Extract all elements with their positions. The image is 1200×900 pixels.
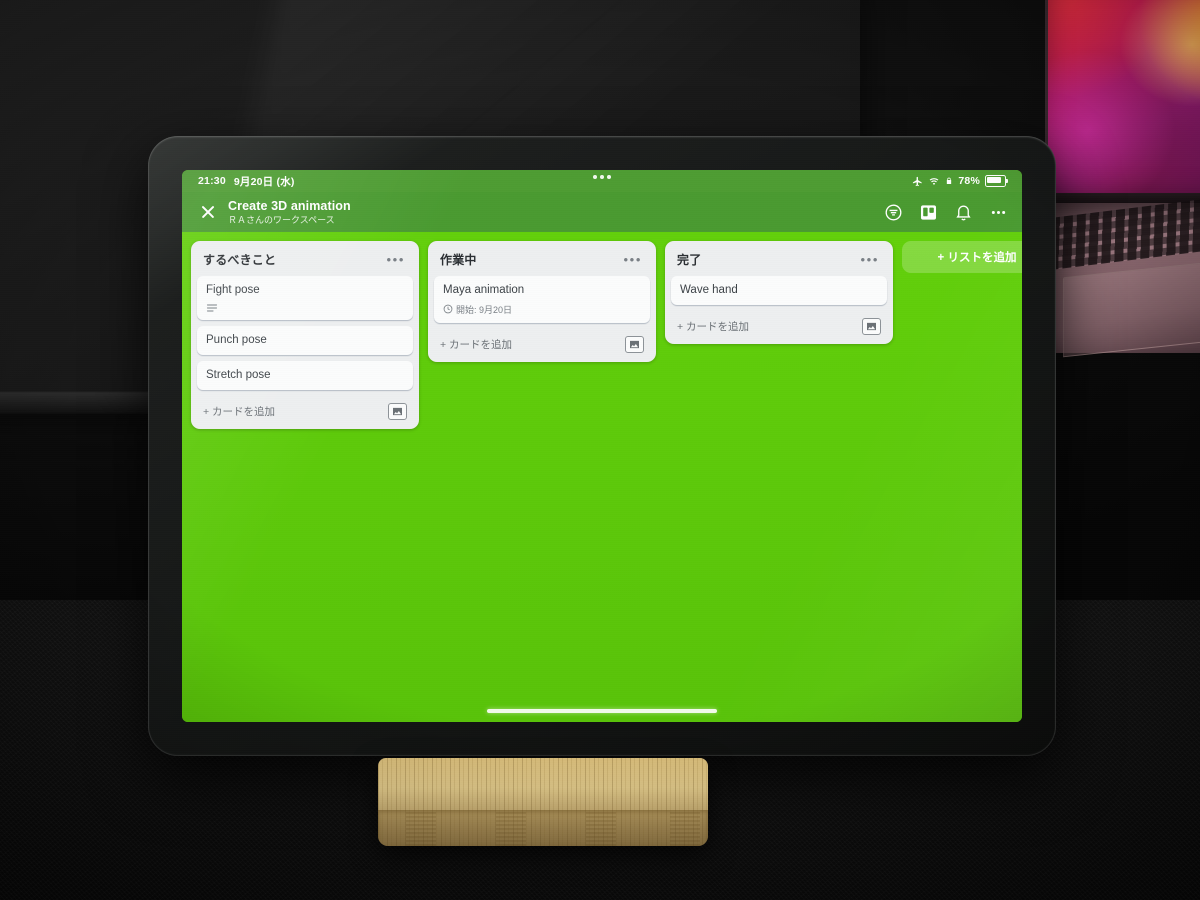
card-badges (206, 303, 404, 313)
add-card-row: + カードを追加 (434, 329, 650, 358)
laptop-screen-wallpaper (1045, 0, 1200, 195)
description-icon (206, 303, 218, 313)
list-column: するべきこと ••• Fight pose Punch pose Stretch… (191, 241, 419, 429)
card[interactable]: Stretch pose (197, 360, 413, 390)
list-column: 完了 ••• Wave hand + カードを追加 (665, 241, 893, 344)
workspace-label: ＲＡさんのワークスペース (228, 214, 335, 225)
page-title: Create 3D animation (228, 199, 351, 214)
board-header: Create 3D animation ＲＡさんのワークスペース (182, 192, 1022, 232)
list-menu-icon[interactable]: ••• (385, 253, 407, 266)
card-title: Stretch pose (206, 368, 271, 381)
status-bar-left: 21:30 9月20日 (水) (198, 174, 295, 189)
card[interactable]: Maya animation 開始: 9月20日 (434, 276, 650, 323)
list-header: するべきこと ••• (197, 247, 413, 276)
card[interactable]: Wave hand (671, 276, 887, 305)
list-title: 完了 (677, 253, 702, 267)
card-badges: 開始: 9月20日 (443, 303, 641, 316)
add-card-row: + カードを追加 (197, 396, 413, 425)
header-actions (884, 203, 1008, 222)
image-attachment-icon[interactable] (625, 335, 644, 353)
wifi-icon (928, 176, 940, 187)
status-time: 21:30 (198, 175, 226, 187)
list-title: するべきこと (203, 253, 277, 267)
list-header: 完了 ••• (671, 247, 887, 276)
status-date: 9月20日 (水) (233, 175, 295, 188)
tablet-device: 21:30 9月20日 (水) 78% Create 3D animation … (148, 136, 1056, 756)
due-date-badge: 開始: 9月20日 (443, 303, 512, 316)
bell-icon[interactable] (954, 203, 973, 222)
battery-percent: 78% (958, 175, 980, 187)
list-title: 作業中 (440, 253, 477, 267)
list-column: 作業中 ••• Maya animation 開始: 9月20日 + カードを追… (428, 241, 656, 362)
add-card-button[interactable]: + カードを追加 (203, 404, 275, 419)
card[interactable]: Punch pose (197, 325, 413, 355)
clock-icon (443, 305, 453, 314)
lock-icon (945, 176, 953, 186)
list-menu-icon[interactable]: ••• (622, 253, 644, 266)
ios-status-bar: 21:30 9月20日 (水) 78% (182, 170, 1022, 192)
tablet-stand (378, 758, 708, 846)
list-header: 作業中 ••• (434, 247, 650, 276)
more-icon[interactable] (989, 203, 1008, 222)
home-indicator[interactable] (487, 709, 717, 713)
background-laptop (1045, 0, 1200, 380)
image-attachment-icon[interactable] (862, 317, 881, 335)
photo-scene: 21:30 9月20日 (水) 78% Create 3D animation … (0, 0, 1200, 900)
multitasking-handle[interactable] (593, 175, 611, 179)
battery-icon (985, 175, 1008, 187)
card-title: Fight pose (206, 284, 260, 296)
add-list-button[interactable]: + リストを追加 (902, 241, 1022, 273)
board-icon[interactable] (919, 203, 938, 222)
close-icon[interactable] (196, 200, 220, 224)
card-title: Punch pose (206, 333, 267, 346)
status-bar-right: 78% (912, 175, 1008, 187)
add-card-row: + カードを追加 (671, 311, 887, 340)
airplane-icon (912, 176, 923, 187)
tablet-screen: 21:30 9月20日 (水) 78% Create 3D animation … (182, 170, 1022, 722)
image-attachment-icon[interactable] (388, 402, 407, 420)
board-title-group: Create 3D animation ＲＡさんのワークスペース (228, 199, 351, 225)
due-date-label: 開始: 9月20日 (456, 304, 513, 315)
add-card-button[interactable]: + カードを追加 (677, 319, 749, 334)
add-card-button[interactable]: + カードを追加 (440, 337, 512, 352)
card-title: Maya animation (443, 284, 525, 296)
card[interactable]: Fight pose (197, 276, 413, 320)
filter-icon[interactable] (884, 203, 903, 222)
list-menu-icon[interactable]: ••• (859, 253, 881, 266)
board-canvas: するべきこと ••• Fight pose Punch pose Stretch… (182, 232, 1022, 722)
card-title: Wave hand (680, 284, 738, 296)
